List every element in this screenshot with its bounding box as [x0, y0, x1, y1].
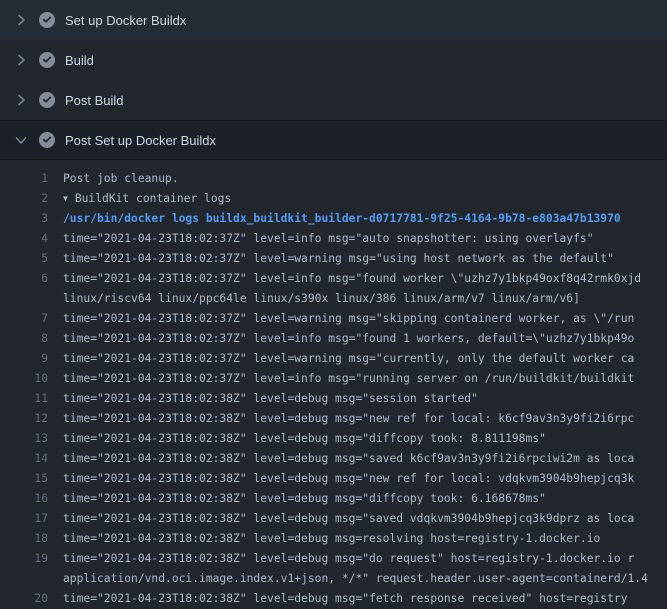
log-line-text: time="2021-04-23T18:02:38Z" level=debug … [63, 409, 667, 429]
log-line-number[interactable]: 16 [0, 489, 48, 509]
log-line: 1 Post job cleanup. [0, 169, 667, 189]
log-line-text: time="2021-04-23T18:02:37Z" level=warnin… [63, 349, 667, 369]
workflow-steps-list: Set up Docker Buildx Build P [0, 0, 667, 160]
log-line-number[interactable]: 7 [0, 309, 48, 329]
log-line-text: time="2021-04-23T18:02:37Z" level=info m… [63, 329, 667, 349]
log-line-text: time="2021-04-23T18:02:38Z" level=debug … [63, 469, 667, 489]
log-line-text: time="2021-04-23T18:02:38Z" level=debug … [63, 489, 667, 509]
log-viewer: 1 Post job cleanup. 2 ▼BuildKit containe… [0, 160, 667, 609]
log-line-text: time="2021-04-23T18:02:38Z" level=debug … [63, 549, 667, 569]
step-row[interactable]: Build [0, 40, 667, 80]
log-line: 18 time="2021-04-23T18:02:38Z" level=deb… [0, 529, 667, 549]
log-line: 2 ▼BuildKit container logs [0, 189, 667, 209]
step-label: Post Set up Docker Buildx [65, 133, 216, 148]
log-line-text: time="2021-04-23T18:02:37Z" level=info m… [63, 229, 667, 249]
log-line-number[interactable]: 15 [0, 469, 48, 489]
log-line-text: time="2021-04-23T18:02:37Z" level=warnin… [63, 309, 667, 329]
log-line: 10 time="2021-04-23T18:02:37Z" level=inf… [0, 369, 667, 389]
log-line: 4 time="2021-04-23T18:02:37Z" level=info… [0, 229, 667, 249]
chevron-icon[interactable] [13, 132, 29, 148]
log-line: 7 time="2021-04-23T18:02:37Z" level=warn… [0, 309, 667, 329]
check-circle-icon [39, 12, 55, 28]
log-line-number[interactable]: 6 [0, 269, 48, 289]
log-line-number[interactable]: 5 [0, 249, 48, 269]
log-line-number[interactable]: 8 [0, 329, 48, 349]
check-circle-icon [39, 52, 55, 68]
log-line: application/vnd.oci.image.index.v1+json,… [0, 569, 667, 589]
log-line: 19 time="2021-04-23T18:02:38Z" level=deb… [0, 549, 667, 569]
log-line-text: time="2021-04-23T18:02:38Z" level=debug … [63, 509, 667, 529]
log-line: 3 /usr/bin/docker logs buildx_buildkit_b… [0, 209, 667, 229]
actions-log-viewer: Set up Docker Buildx Build P [0, 0, 667, 609]
log-line-text: linux/riscv64 linux/ppc64le linux/s390x … [63, 289, 667, 309]
log-line-number[interactable]: 4 [0, 229, 48, 249]
log-line-number[interactable]: 3 [0, 209, 48, 229]
log-line-number[interactable]: 14 [0, 449, 48, 469]
log-line-text: time="2021-04-23T18:02:38Z" level=debug … [63, 429, 667, 449]
log-line: 8 time="2021-04-23T18:02:37Z" level=info… [0, 329, 667, 349]
step-row[interactable]: Post Build [0, 80, 667, 120]
log-line-text: time="2021-04-23T18:02:38Z" level=debug … [63, 449, 667, 469]
log-line-number[interactable]: 17 [0, 509, 48, 529]
log-line-number[interactable]: 19 [0, 549, 48, 569]
log-line: 16 time="2021-04-23T18:02:38Z" level=deb… [0, 489, 667, 509]
check-circle-icon [39, 132, 55, 148]
log-line-text: ▼BuildKit container logs [63, 189, 667, 209]
log-line-text: Post job cleanup. [63, 169, 667, 189]
step-row[interactable]: Post Set up Docker Buildx [0, 120, 667, 160]
log-line-text: application/vnd.oci.image.index.v1+json,… [63, 569, 667, 589]
group-toggle-icon[interactable]: ▼ [63, 189, 68, 209]
log-line-number[interactable]: 13 [0, 429, 48, 449]
log-line-text: time="2021-04-23T18:02:37Z" level=info m… [63, 369, 667, 389]
log-line-text: time="2021-04-23T18:02:38Z" level=debug … [63, 529, 667, 549]
log-line-number[interactable]: 10 [0, 369, 48, 389]
chevron-icon[interactable] [13, 12, 29, 28]
log-line: 6 time="2021-04-23T18:02:37Z" level=info… [0, 269, 667, 289]
log-line-number[interactable]: 18 [0, 529, 48, 549]
log-line-number[interactable] [0, 289, 48, 309]
log-line-number[interactable]: 2 [0, 189, 48, 209]
step-label: Post Build [65, 93, 124, 108]
check-circle-icon [39, 92, 55, 108]
log-line: 12 time="2021-04-23T18:02:38Z" level=deb… [0, 409, 667, 429]
chevron-icon[interactable] [13, 92, 29, 108]
log-line-number[interactable]: 1 [0, 169, 48, 189]
log-line-number[interactable]: 9 [0, 349, 48, 369]
log-line: 13 time="2021-04-23T18:02:38Z" level=deb… [0, 429, 667, 449]
log-line-text: time="2021-04-23T18:02:37Z" level=info m… [63, 269, 667, 289]
log-line: 14 time="2021-04-23T18:02:38Z" level=deb… [0, 449, 667, 469]
log-line: 5 time="2021-04-23T18:02:37Z" level=warn… [0, 249, 667, 269]
step-label: Build [65, 53, 94, 68]
log-line: linux/riscv64 linux/ppc64le linux/s390x … [0, 289, 667, 309]
step-label: Set up Docker Buildx [65, 13, 186, 28]
log-line-text: time="2021-04-23T18:02:38Z" level=debug … [63, 389, 667, 409]
step-row[interactable]: Set up Docker Buildx [0, 0, 667, 40]
log-line: 17 time="2021-04-23T18:02:38Z" level=deb… [0, 509, 667, 529]
log-line: 9 time="2021-04-23T18:02:37Z" level=warn… [0, 349, 667, 369]
log-line: 11 time="2021-04-23T18:02:38Z" level=deb… [0, 389, 667, 409]
log-line-number[interactable]: 12 [0, 409, 48, 429]
log-line-number[interactable]: 20 [0, 589, 48, 609]
chevron-icon[interactable] [13, 52, 29, 68]
log-line-text: time="2021-04-23T18:02:37Z" level=warnin… [63, 249, 667, 269]
log-line-text: /usr/bin/docker logs buildx_buildkit_bui… [63, 209, 667, 229]
log-line-number[interactable] [0, 569, 48, 589]
log-line-number[interactable]: 11 [0, 389, 48, 409]
log-line-text: time="2021-04-23T18:02:38Z" level=debug … [63, 589, 667, 609]
log-line: 15 time="2021-04-23T18:02:38Z" level=deb… [0, 469, 667, 489]
log-line: 20 time="2021-04-23T18:02:38Z" level=deb… [0, 589, 667, 609]
